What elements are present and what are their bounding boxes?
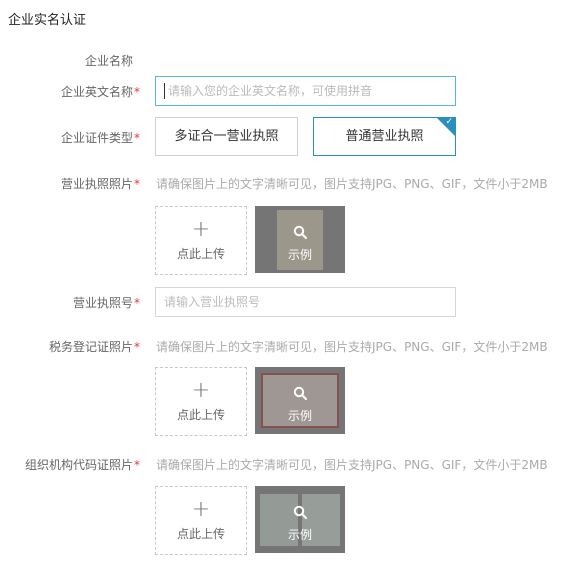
page-title: 企业实名认证 [8,13,87,28]
org-code-photo-upload-button[interactable]: + 点此上传 [155,486,247,555]
required-mark: * [134,131,140,145]
company-name-label-text: 企业名称 [84,54,133,68]
org-code-photo-label: 组织机构代码证照片* [25,456,140,473]
tax-photo-upload-button[interactable]: + 点此上传 [155,367,247,436]
license-photo-upload-button[interactable]: + 点此上传 [155,206,247,275]
example-label: 示例 [287,248,312,262]
upload-label: 点此上传 [176,527,225,541]
tax-photo-label-text: 税务登记证照片 [48,340,133,354]
license-no-placeholder: 请输入营业执照号 [164,295,261,309]
cert-type-option-multi[interactable]: 多证合一营业执照 [155,117,298,156]
plus-icon: + [191,497,211,522]
license-photo-example[interactable]: 示例 [255,206,345,273]
license-no-input[interactable]: 请输入营业执照号 [155,287,456,317]
required-mark: * [134,458,140,472]
upload-label: 点此上传 [176,247,225,261]
license-photo-label-text: 营业执照照片 [60,177,133,191]
search-icon [293,505,307,519]
english-name-placeholder: 请输入您的企业英文名称，可使用拼音 [168,84,373,98]
plus-icon: + [191,217,211,242]
search-icon [293,225,307,239]
cert-type-option-normal-label: 普通营业执照 [345,129,424,144]
license-no-label-text: 营业执照号 [72,296,133,310]
check-icon: ✓ [445,117,453,127]
company-name-label: 企业名称* [85,52,140,69]
search-icon [293,386,307,400]
cert-type-label-text: 企业证件类型 [60,131,133,145]
license-no-label: 营业执照号* [73,294,140,311]
tax-photo-example[interactable]: 示例 [255,367,345,434]
cert-type-option-normal[interactable]: 普通营业执照 ✓ [313,117,456,156]
english-name-label: 企业英文名称* [61,83,140,100]
text-caret [164,82,165,99]
tax-photo-label: 税务登记证照片* [49,338,140,355]
upload-label: 点此上传 [176,408,225,422]
english-name-input[interactable]: 请输入您的企业英文名称，可使用拼音 [155,76,456,106]
required-mark: * [134,340,140,354]
plus-icon: + [191,378,211,403]
required-mark: * [134,85,140,99]
example-label: 示例 [287,528,312,542]
required-mark: * [134,296,140,310]
cert-type-option-multi-label: 多证合一营业执照 [174,129,279,144]
required-mark: * [134,177,140,191]
tax-photo-hint: 请确保图片上的文字清晰可见，图片支持JPG、PNG、GIF，文件小于2MB [156,340,548,354]
org-code-photo-hint: 请确保图片上的文字清晰可见，图片支持JPG、PNG、GIF，文件小于2MB [156,458,548,472]
english-name-label-text: 企业英文名称 [60,85,133,99]
cert-type-label: 企业证件类型* [61,129,140,146]
org-code-photo-label-text: 组织机构代码证照片 [24,458,133,472]
org-code-photo-example[interactable]: 示例 [255,486,345,553]
license-photo-hint: 请确保图片上的文字清晰可见，图片支持JPG、PNG、GIF，文件小于2MB [156,177,548,191]
license-photo-label: 营业执照照片* [61,175,140,192]
example-label: 示例 [287,409,312,423]
